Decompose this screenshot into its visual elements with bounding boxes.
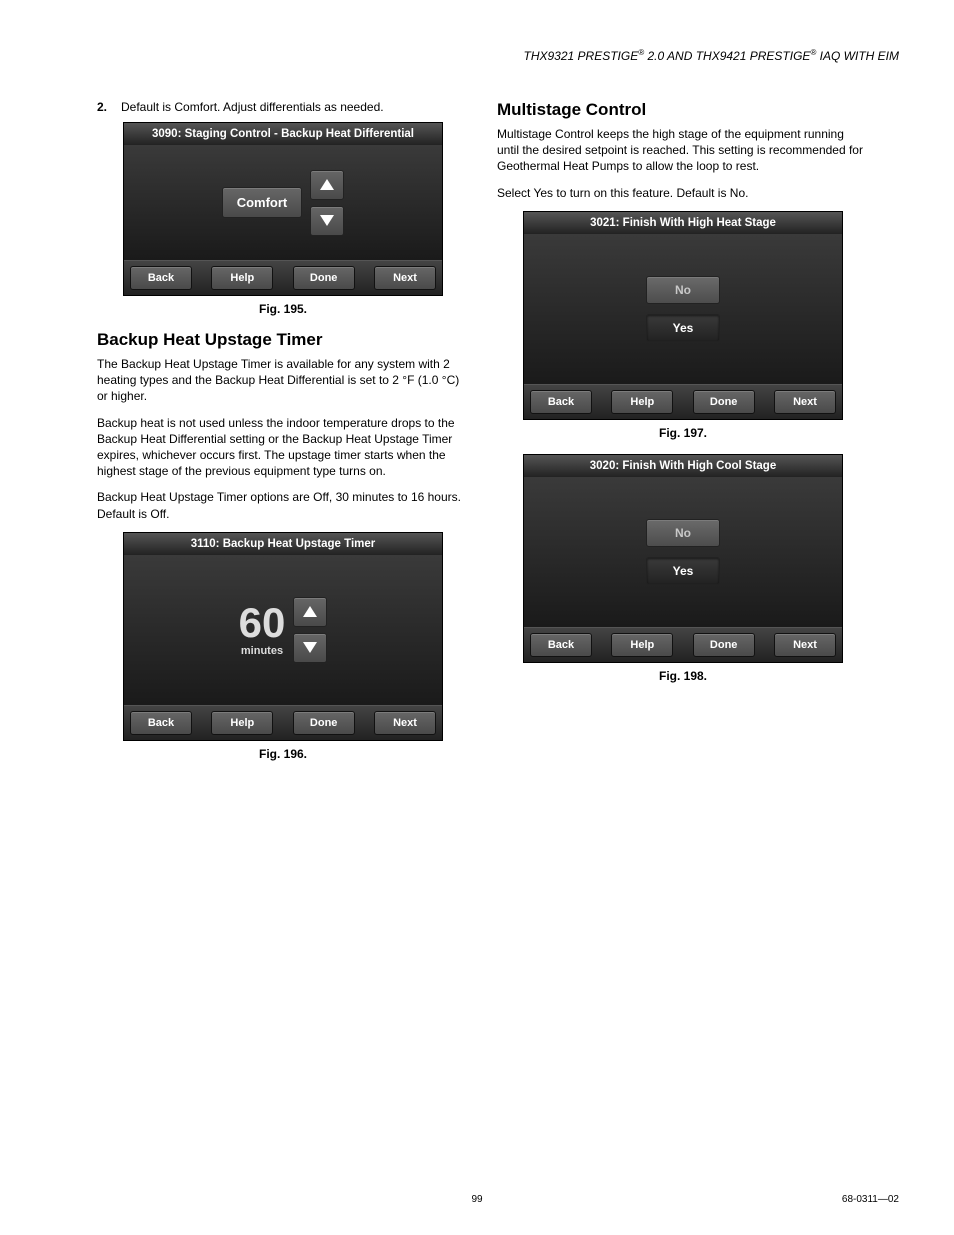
header-part2: 2.0 AND THX9421 PRESTIGE — [644, 49, 810, 63]
multistage-heading: Multistage Control — [497, 100, 869, 120]
option-column: No Yes — [646, 519, 720, 585]
up-arrow-button[interactable] — [310, 170, 344, 200]
fig-195-body: Comfort — [124, 145, 442, 260]
fig-196-caption: Fig. 196. — [97, 747, 469, 761]
next-button[interactable]: Next — [774, 633, 836, 657]
done-button[interactable]: Done — [293, 266, 355, 290]
option-yes[interactable]: Yes — [646, 557, 720, 585]
help-button[interactable]: Help — [211, 266, 273, 290]
timer-unit: minutes — [239, 646, 286, 657]
comfort-value[interactable]: Comfort — [222, 187, 303, 218]
timer-value: 60 — [239, 602, 286, 644]
next-button[interactable]: Next — [374, 266, 436, 290]
header-part3: IAQ WITH EIM — [816, 49, 899, 63]
arrow-column — [310, 170, 344, 236]
fig-197-footer: Back Help Done Next — [524, 384, 842, 419]
fig-196-title: 3110: Backup Heat Upstage Timer — [124, 533, 442, 555]
backup-heat-para1: The Backup Heat Upstage Timer is availab… — [97, 356, 469, 405]
backup-heat-heading: Backup Heat Upstage Timer — [97, 330, 469, 350]
page-header: THX9321 PRESTIGE® 2.0 AND THX9421 PRESTI… — [524, 48, 900, 63]
arrow-column — [293, 597, 327, 663]
fig-195-footer: Back Help Done Next — [124, 260, 442, 295]
help-button[interactable]: Help — [211, 711, 273, 735]
down-arrow-button[interactable] — [293, 633, 327, 663]
fig-198-title: 3020: Finish With High Cool Stage — [524, 455, 842, 477]
fig-198-screenshot: 3020: Finish With High Cool Stage No Yes… — [523, 454, 843, 663]
option-no[interactable]: No — [646, 519, 720, 547]
fig-197-title: 3021: Finish With High Heat Stage — [524, 212, 842, 234]
help-button[interactable]: Help — [611, 390, 673, 414]
option-yes[interactable]: Yes — [646, 314, 720, 342]
right-column: Multistage Control Multistage Control ke… — [497, 100, 869, 775]
fig-197-screenshot: 3021: Finish With High Heat Stage No Yes… — [523, 211, 843, 420]
down-arrow-icon — [320, 215, 334, 226]
back-button[interactable]: Back — [130, 266, 192, 290]
up-arrow-icon — [320, 179, 334, 190]
fig-198-caption: Fig. 198. — [497, 669, 869, 683]
done-button[interactable]: Done — [693, 390, 755, 414]
page-number: 99 — [0, 1194, 954, 1205]
header-part1: THX9321 PRESTIGE — [524, 49, 639, 63]
done-button[interactable]: Done — [293, 711, 355, 735]
step-2: 2. Default is Comfort. Adjust differenti… — [97, 100, 469, 114]
down-arrow-icon — [303, 642, 317, 653]
done-button[interactable]: Done — [693, 633, 755, 657]
multistage-para1: Multistage Control keeps the high stage … — [497, 126, 869, 175]
fig-196-body: 60 minutes — [124, 555, 442, 705]
fig-198-footer: Back Help Done Next — [524, 627, 842, 662]
step-text: Default is Comfort. Adjust differentials… — [121, 100, 469, 114]
option-column: No Yes — [646, 276, 720, 342]
fig-197-caption: Fig. 197. — [497, 426, 869, 440]
back-button[interactable]: Back — [130, 711, 192, 735]
down-arrow-button[interactable] — [310, 206, 344, 236]
doc-number: 68-0311—02 — [842, 1194, 899, 1205]
option-no[interactable]: No — [646, 276, 720, 304]
help-button[interactable]: Help — [611, 633, 673, 657]
left-column: 2. Default is Comfort. Adjust differenti… — [97, 100, 469, 775]
multistage-para2: Select Yes to turn on this feature. Defa… — [497, 185, 869, 201]
back-button[interactable]: Back — [530, 390, 592, 414]
next-button[interactable]: Next — [374, 711, 436, 735]
fig-195-screenshot: 3090: Staging Control - Backup Heat Diff… — [123, 122, 443, 296]
fig-197-body: No Yes — [524, 234, 842, 384]
backup-heat-para3: Backup Heat Upstage Timer options are Of… — [97, 489, 469, 521]
fig-195-caption: Fig. 195. — [97, 302, 469, 316]
step-number: 2. — [97, 100, 121, 114]
fig-195-title: 3090: Staging Control - Backup Heat Diff… — [124, 123, 442, 145]
up-arrow-icon — [303, 606, 317, 617]
backup-heat-para2: Backup heat is not used unless the indoo… — [97, 415, 469, 480]
fig-196-screenshot: 3110: Backup Heat Upstage Timer 60 minut… — [123, 532, 443, 741]
up-arrow-button[interactable] — [293, 597, 327, 627]
timer-value-display: 60 minutes — [239, 602, 286, 657]
fig-196-footer: Back Help Done Next — [124, 705, 442, 740]
back-button[interactable]: Back — [530, 633, 592, 657]
next-button[interactable]: Next — [774, 390, 836, 414]
fig-198-body: No Yes — [524, 477, 842, 627]
